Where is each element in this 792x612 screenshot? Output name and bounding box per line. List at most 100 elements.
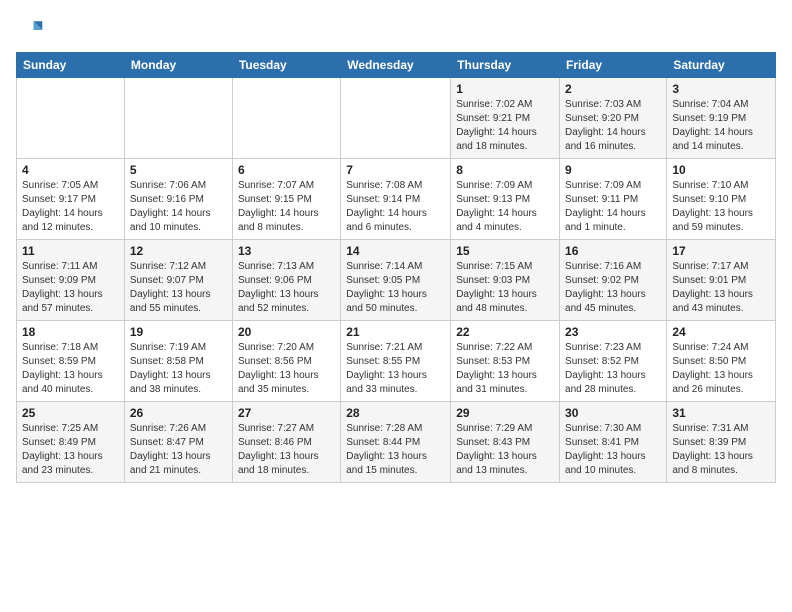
calendar-cell: 6 Sunrise: 7:07 AM Sunset: 9:15 PM Daylig… <box>232 159 340 240</box>
calendar-week-5: 25Sunrise: 7:25 AM Sunset: 8:49 PM Dayli… <box>17 402 776 483</box>
day-number: 23 <box>565 325 661 339</box>
day-number: 18 <box>22 325 119 339</box>
weekday-header-wednesday: Wednesday <box>341 53 451 78</box>
calendar-cell: 13 Sunrise: 7:13 AM Sunset: 9:06 PM Dayli… <box>232 240 340 321</box>
calendar-cell: 25Sunrise: 7:25 AM Sunset: 8:49 PM Dayli… <box>17 402 125 483</box>
day-info: Sunrise: 7:09 AM Sunset: 9:13 PM Dayligh… <box>456 179 554 235</box>
day-number: 6 <box>238 163 335 177</box>
day-number: 27 <box>238 406 335 420</box>
day-info: Sunrise: 7:11 AM Sunset: 9:09 PM Dayligh… <box>22 260 119 316</box>
day-number: 3 <box>672 82 770 96</box>
day-info: Sunrise: 7:09 AM Sunset: 9:11 PM Dayligh… <box>565 179 661 235</box>
calendar-cell: 7 Sunrise: 7:08 AM Sunset: 9:14 PM Daylig… <box>341 159 451 240</box>
day-number: 15 <box>456 244 554 258</box>
day-info: Sunrise: 7:06 AM Sunset: 9:16 PM Dayligh… <box>130 179 227 235</box>
calendar-cell: 15 Sunrise: 7:15 AM Sunset: 9:03 PM Dayli… <box>451 240 560 321</box>
calendar-cell: 30Sunrise: 7:30 AM Sunset: 8:41 PM Dayli… <box>560 402 667 483</box>
calendar-cell: 3Sunrise: 7:04 AM Sunset: 9:19 PM Daylig… <box>667 78 776 159</box>
day-info: Sunrise: 7:26 AM Sunset: 8:47 PM Dayligh… <box>130 422 227 478</box>
day-number: 7 <box>346 163 445 177</box>
calendar-cell: 14Sunrise: 7:14 AM Sunset: 9:05 PM Dayli… <box>341 240 451 321</box>
day-number: 11 <box>22 244 119 258</box>
day-info: Sunrise: 7:17 AM Sunset: 9:01 PM Dayligh… <box>672 260 770 316</box>
day-number: 13 <box>238 244 335 258</box>
day-info: Sunrise: 7:31 AM Sunset: 8:39 PM Dayligh… <box>672 422 770 478</box>
day-number: 25 <box>22 406 119 420</box>
calendar-cell: 18 Sunrise: 7:18 AM Sunset: 8:59 PM Dayli… <box>17 321 125 402</box>
day-number: 17 <box>672 244 770 258</box>
calendar-cell <box>17 78 125 159</box>
calendar-cell: 10 Sunrise: 7:10 AM Sunset: 9:10 PM Dayli… <box>667 159 776 240</box>
calendar-cell: 31 Sunrise: 7:31 AM Sunset: 8:39 PM Dayli… <box>667 402 776 483</box>
calendar-body: 1 Sunrise: 7:02 AM Sunset: 9:21 PM Daylig… <box>17 78 776 483</box>
day-info: Sunrise: 7:12 AM Sunset: 9:07 PM Dayligh… <box>130 260 227 316</box>
day-number: 4 <box>22 163 119 177</box>
day-number: 2 <box>565 82 661 96</box>
calendar-cell: 19Sunrise: 7:19 AM Sunset: 8:58 PM Dayli… <box>124 321 232 402</box>
calendar-cell: 17 Sunrise: 7:17 AM Sunset: 9:01 PM Dayli… <box>667 240 776 321</box>
calendar-cell: 22 Sunrise: 7:22 AM Sunset: 8:53 PM Dayli… <box>451 321 560 402</box>
day-info: Sunrise: 7:02 AM Sunset: 9:21 PM Dayligh… <box>456 98 554 154</box>
calendar-cell <box>232 78 340 159</box>
calendar-table: SundayMondayTuesdayWednesdayThursdayFrid… <box>16 52 776 483</box>
calendar-cell: 26 Sunrise: 7:26 AM Sunset: 8:47 PM Dayli… <box>124 402 232 483</box>
day-number: 31 <box>672 406 770 420</box>
day-number: 22 <box>456 325 554 339</box>
logo <box>16 16 48 44</box>
weekday-header-tuesday: Tuesday <box>232 53 340 78</box>
calendar-cell: 8 Sunrise: 7:09 AM Sunset: 9:13 PM Daylig… <box>451 159 560 240</box>
calendar-header: SundayMondayTuesdayWednesdayThursdayFrid… <box>17 53 776 78</box>
calendar-cell: 21Sunrise: 7:21 AM Sunset: 8:55 PM Dayli… <box>341 321 451 402</box>
calendar-cell: 11 Sunrise: 7:11 AM Sunset: 9:09 PM Dayli… <box>17 240 125 321</box>
weekday-header-thursday: Thursday <box>451 53 560 78</box>
calendar-cell: 24 Sunrise: 7:24 AM Sunset: 8:50 PM Dayli… <box>667 321 776 402</box>
day-number: 28 <box>346 406 445 420</box>
weekday-header-friday: Friday <box>560 53 667 78</box>
day-info: Sunrise: 7:22 AM Sunset: 8:53 PM Dayligh… <box>456 341 554 397</box>
calendar-week-2: 4 Sunrise: 7:05 AM Sunset: 9:17 PM Daylig… <box>17 159 776 240</box>
day-number: 24 <box>672 325 770 339</box>
day-info: Sunrise: 7:20 AM Sunset: 8:56 PM Dayligh… <box>238 341 335 397</box>
weekday-header-saturday: Saturday <box>667 53 776 78</box>
day-info: Sunrise: 7:23 AM Sunset: 8:52 PM Dayligh… <box>565 341 661 397</box>
day-info: Sunrise: 7:21 AM Sunset: 8:55 PM Dayligh… <box>346 341 445 397</box>
day-number: 9 <box>565 163 661 177</box>
calendar-cell: 27 Sunrise: 7:27 AM Sunset: 8:46 PM Dayli… <box>232 402 340 483</box>
calendar-cell: 16 Sunrise: 7:16 AM Sunset: 9:02 PM Dayli… <box>560 240 667 321</box>
weekday-header-monday: Monday <box>124 53 232 78</box>
calendar-week-4: 18 Sunrise: 7:18 AM Sunset: 8:59 PM Dayli… <box>17 321 776 402</box>
day-info: Sunrise: 7:15 AM Sunset: 9:03 PM Dayligh… <box>456 260 554 316</box>
day-info: Sunrise: 7:16 AM Sunset: 9:02 PM Dayligh… <box>565 260 661 316</box>
day-info: Sunrise: 7:13 AM Sunset: 9:06 PM Dayligh… <box>238 260 335 316</box>
day-number: 29 <box>456 406 554 420</box>
day-number: 20 <box>238 325 335 339</box>
calendar-cell <box>341 78 451 159</box>
day-info: Sunrise: 7:29 AM Sunset: 8:43 PM Dayligh… <box>456 422 554 478</box>
calendar-cell: 9 Sunrise: 7:09 AM Sunset: 9:11 PM Daylig… <box>560 159 667 240</box>
day-info: Sunrise: 7:27 AM Sunset: 8:46 PM Dayligh… <box>238 422 335 478</box>
day-number: 16 <box>565 244 661 258</box>
day-number: 1 <box>456 82 554 96</box>
day-info: Sunrise: 7:14 AM Sunset: 9:05 PM Dayligh… <box>346 260 445 316</box>
logo-icon <box>16 16 44 44</box>
calendar-cell: 23 Sunrise: 7:23 AM Sunset: 8:52 PM Dayli… <box>560 321 667 402</box>
day-info: Sunrise: 7:07 AM Sunset: 9:15 PM Dayligh… <box>238 179 335 235</box>
page-header <box>16 16 776 44</box>
day-info: Sunrise: 7:10 AM Sunset: 9:10 PM Dayligh… <box>672 179 770 235</box>
day-number: 8 <box>456 163 554 177</box>
calendar-cell: 28Sunrise: 7:28 AM Sunset: 8:44 PM Dayli… <box>341 402 451 483</box>
day-info: Sunrise: 7:24 AM Sunset: 8:50 PM Dayligh… <box>672 341 770 397</box>
day-info: Sunrise: 7:18 AM Sunset: 8:59 PM Dayligh… <box>22 341 119 397</box>
calendar-cell: 1 Sunrise: 7:02 AM Sunset: 9:21 PM Daylig… <box>451 78 560 159</box>
calendar-cell: 5Sunrise: 7:06 AM Sunset: 9:16 PM Daylig… <box>124 159 232 240</box>
calendar-cell <box>124 78 232 159</box>
weekday-header-row: SundayMondayTuesdayWednesdayThursdayFrid… <box>17 53 776 78</box>
day-number: 26 <box>130 406 227 420</box>
day-info: Sunrise: 7:05 AM Sunset: 9:17 PM Dayligh… <box>22 179 119 235</box>
day-info: Sunrise: 7:30 AM Sunset: 8:41 PM Dayligh… <box>565 422 661 478</box>
day-number: 19 <box>130 325 227 339</box>
day-info: Sunrise: 7:08 AM Sunset: 9:14 PM Dayligh… <box>346 179 445 235</box>
day-number: 10 <box>672 163 770 177</box>
day-number: 12 <box>130 244 227 258</box>
day-info: Sunrise: 7:03 AM Sunset: 9:20 PM Dayligh… <box>565 98 661 154</box>
